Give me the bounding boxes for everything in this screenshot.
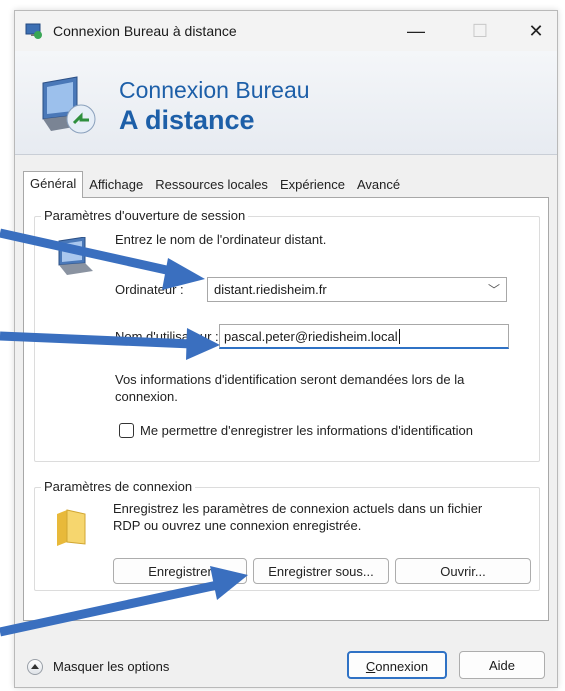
help-button[interactable]: Aide xyxy=(459,651,545,679)
chevron-down-icon[interactable]: ﹀ xyxy=(488,281,500,298)
tab-experience[interactable]: Expérience xyxy=(274,173,351,197)
hide-options-link[interactable]: Masquer les options xyxy=(53,659,169,674)
folder-icon xyxy=(57,509,86,546)
connection-settings-legend: Paramètres de connexion xyxy=(41,479,196,494)
connection-settings-group: Paramètres de connexion Enregistrez les … xyxy=(34,479,540,591)
connection-description: Enregistrez les paramètres de connexion … xyxy=(113,501,483,533)
tab-local-resources[interactable]: Ressources locales xyxy=(149,173,274,197)
computer-combobox[interactable]: distant.riedisheim.fr ﹀ xyxy=(207,277,507,302)
close-button[interactable]: ✕ xyxy=(513,11,559,51)
open-button[interactable]: Ouvrir... xyxy=(395,558,531,584)
save-button[interactable]: Enregistrer xyxy=(113,558,247,584)
save-credentials-label[interactable]: Me permettre d'enregistrer les informati… xyxy=(140,422,473,439)
logon-settings-group: Paramètres d'ouverture de session Entrez… xyxy=(34,208,540,462)
remote-desktop-logo-icon xyxy=(42,76,96,134)
remote-desktop-app-icon xyxy=(25,23,42,39)
banner-title-line1: Connexion Bureau xyxy=(119,77,310,103)
computer-label: Ordinateur : xyxy=(115,282,184,297)
instruction-text: Entrez le nom de l'ordinateur distant. xyxy=(115,232,327,247)
title-bar[interactable]: Connexion Bureau à distance — ☐ ✕ xyxy=(15,11,557,51)
window-title: Connexion Bureau à distance xyxy=(53,23,237,39)
rdp-window: Connexion Bureau à distance — ☐ ✕ Connex… xyxy=(14,10,558,688)
text-caret xyxy=(398,329,400,344)
username-value: pascal.peter@riedisheim.local xyxy=(224,329,400,344)
tab-advanced[interactable]: Avancé xyxy=(351,173,406,197)
collapse-options-icon[interactable] xyxy=(27,659,43,675)
user-label: Nom d'utilisateur : xyxy=(115,329,219,344)
logon-settings-legend: Paramètres d'ouverture de session xyxy=(41,208,249,223)
header-banner: Connexion Bureau A distance xyxy=(15,51,557,155)
tab-display[interactable]: Affichage xyxy=(83,173,149,197)
tab-strip: Général Affichage Ressources locales Exp… xyxy=(23,171,406,198)
computer-icon xyxy=(58,237,93,275)
general-tab-panel: Paramètres d'ouverture de session Entrez… xyxy=(23,197,549,621)
credentials-info-text: Vos informations d'identification seront… xyxy=(115,372,465,404)
connect-button[interactable]: Connexion xyxy=(347,651,447,679)
username-input[interactable]: pascal.peter@riedisheim.local xyxy=(219,324,509,349)
tab-general[interactable]: Général xyxy=(23,171,84,198)
maximize-button[interactable]: ☐ xyxy=(457,11,503,51)
save-credentials-checkbox[interactable] xyxy=(119,423,134,438)
save-as-button[interactable]: Enregistrer sous... xyxy=(253,558,389,584)
minimize-button[interactable]: — xyxy=(393,11,439,51)
banner-title-line2: A distance xyxy=(119,105,255,135)
computer-value: distant.riedisheim.fr xyxy=(214,282,327,297)
